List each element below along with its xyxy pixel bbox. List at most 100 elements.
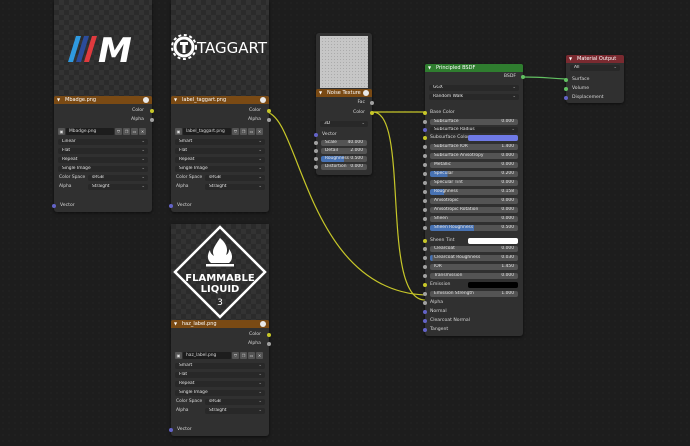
subsurface-radius-dropdown[interactable]: Subsurface Radius ⌄: [430, 127, 518, 133]
emission-strength-field[interactable]: Emission Strength 1.000: [430, 291, 518, 297]
transmission-field[interactable]: Transmission 0.000: [430, 273, 518, 279]
detail-field[interactable]: Detail 2.000: [321, 148, 367, 154]
fac-output-socket[interactable]: [370, 100, 374, 105]
noise-texture-node[interactable]: ▼ Noise Texture Fac Color 3D ⌄ Vector Sca…: [314, 33, 374, 175]
subsurface-ior-input-socket[interactable]: [423, 144, 427, 149]
color-space-dropdown[interactable]: sRGB ⌄: [205, 399, 265, 405]
anisotropic-rotation-field[interactable]: Anisotropic Rotation 0.000: [430, 207, 518, 213]
projection-dropdown[interactable]: Flat ⌄: [175, 372, 265, 378]
color-space-dropdown[interactable]: sRGB ⌄: [88, 175, 148, 181]
displacement-input-socket[interactable]: [564, 95, 568, 100]
clearcoat-roughness-input-socket[interactable]: [423, 255, 427, 260]
shield-icon[interactable]: ⛉: [232, 352, 239, 359]
extension-dropdown[interactable]: Repeat ⌄: [175, 157, 265, 163]
shield-icon[interactable]: ⛉: [232, 128, 239, 135]
preview-toggle-icon[interactable]: [363, 90, 369, 96]
detail-input-socket[interactable]: [314, 148, 318, 153]
duplicate-icon[interactable]: ❐: [123, 128, 130, 135]
image-name-field[interactable]: haz_label.png: [183, 352, 231, 359]
extension-dropdown[interactable]: Repeat ⌄: [175, 381, 265, 387]
collapse-icon[interactable]: ▼: [57, 96, 60, 104]
color-space-dropdown[interactable]: sRGB ⌄: [205, 175, 265, 181]
duplicate-icon[interactable]: ❐: [240, 128, 247, 135]
collapse-icon[interactable]: ▼: [319, 89, 322, 97]
alpha-mode-dropdown[interactable]: Straight ⌄: [205, 408, 265, 414]
folder-icon[interactable]: ▭: [248, 128, 255, 135]
subsurface-color-input-socket[interactable]: [423, 135, 427, 140]
image-browse-icon[interactable]: ▣: [175, 128, 182, 135]
base-color-input-socket[interactable]: [423, 110, 427, 115]
projection-dropdown[interactable]: Flat ⌄: [175, 148, 265, 154]
roughness-input-socket[interactable]: [423, 189, 427, 194]
source-dropdown[interactable]: Single Image ⌄: [175, 166, 265, 172]
clearcoat-field[interactable]: Clearcoat 0.000: [430, 246, 518, 252]
alpha-output-socket[interactable]: [150, 117, 154, 122]
ior-input-socket[interactable]: [423, 264, 427, 269]
metallic-field[interactable]: Metallic 0.000: [430, 162, 518, 168]
color-output-socket[interactable]: [150, 108, 154, 113]
subsurface-method-dropdown[interactable]: Random Walk ⌄: [429, 94, 519, 100]
metallic-input-socket[interactable]: [423, 162, 427, 167]
image-browse-icon[interactable]: ▣: [58, 128, 65, 135]
target-dropdown[interactable]: All ⌄: [570, 65, 620, 71]
node-header[interactable]: ▼ Principled BSDF: [425, 64, 523, 72]
transmission-input-socket[interactable]: [423, 273, 427, 278]
material-output-node[interactable]: ▼ Material Output All ⌄ Surface Volume Di…: [564, 55, 624, 103]
specular-tint-input-socket[interactable]: [423, 180, 427, 185]
dimensions-dropdown[interactable]: 3D ⌄: [320, 121, 368, 127]
distortion-input-socket[interactable]: [314, 164, 318, 169]
emission-input-socket[interactable]: [423, 282, 427, 287]
subsurface-anisotropy-input-socket[interactable]: [423, 153, 427, 158]
specular-field[interactable]: Specular 0.200: [430, 171, 518, 177]
roughness-field[interactable]: Roughness 0.158: [430, 189, 518, 195]
principled-bsdf-node[interactable]: ▼ Principled BSDF BSDF GGX ⌄ Random Walk ⌄…: [423, 64, 525, 336]
subsurface-field[interactable]: Subsurface 0.000: [430, 119, 518, 125]
volume-input-socket[interactable]: [564, 86, 568, 91]
specular-tint-field[interactable]: Specular Tint 0.000: [430, 180, 518, 186]
sheen-roughness-field[interactable]: Sheen Roughness 0.500: [430, 225, 518, 231]
collapse-icon[interactable]: ▼: [569, 55, 572, 63]
node-header[interactable]: ▼ Noise Texture: [316, 89, 372, 97]
alpha-output-socket[interactable]: [267, 117, 271, 122]
folder-icon[interactable]: ▭: [248, 352, 255, 359]
preview-toggle-icon[interactable]: [143, 97, 149, 103]
sheen-input-socket[interactable]: [423, 216, 427, 221]
roughness-input-socket[interactable]: [314, 156, 318, 161]
anisotropic-rotation-input-socket[interactable]: [423, 207, 427, 212]
close-icon[interactable]: ✕: [256, 128, 263, 135]
collapse-icon[interactable]: ▼: [428, 64, 431, 72]
preview-toggle-icon[interactable]: [260, 97, 266, 103]
extension-dropdown[interactable]: Repeat ⌄: [58, 157, 148, 163]
interpolation-dropdown[interactable]: Linear ⌄: [58, 139, 148, 145]
bsdf-output-socket[interactable]: [521, 74, 525, 79]
subsurface-color-swatch[interactable]: [468, 135, 518, 141]
close-icon[interactable]: ✕: [139, 128, 146, 135]
image-texture-node-mbadge[interactable]: M ▼ Mbadge.png Color Alpha ▣ Mbadge.png …: [52, 0, 154, 212]
subsurface-radius-input-socket[interactable]: [423, 127, 427, 132]
image-selector[interactable]: ▣ Mbadge.png ⛉ ❐ ▭ ✕: [58, 128, 146, 135]
image-browse-icon[interactable]: ▣: [175, 352, 182, 359]
node-header[interactable]: ▼ Material Output: [566, 55, 624, 63]
vector-input-socket[interactable]: [314, 132, 318, 137]
color-output-socket[interactable]: [267, 332, 271, 337]
node-header[interactable]: ▼ label_taggart.png: [171, 96, 269, 104]
subsurface-input-socket[interactable]: [423, 119, 427, 124]
image-selector[interactable]: ▣ label_taggart.png ⛉ ❐ ▭ ✕: [175, 128, 263, 135]
image-name-field[interactable]: Mbadge.png: [66, 128, 114, 135]
scale-field[interactable]: Scale 40.000: [321, 140, 367, 146]
anisotropic-field[interactable]: Anisotropic 0.000: [430, 198, 518, 204]
distortion-field[interactable]: Distortion 0.000: [321, 164, 367, 170]
color-output-socket[interactable]: [267, 108, 271, 113]
surface-input-socket[interactable]: [564, 77, 568, 82]
collapse-icon[interactable]: ▼: [174, 320, 177, 328]
image-selector[interactable]: ▣ haz_label.png ⛉ ❐ ▭ ✕: [175, 352, 263, 359]
clearcoat-input-socket[interactable]: [423, 246, 427, 251]
close-icon[interactable]: ✕: [256, 352, 263, 359]
sheen-field[interactable]: Sheen 0.000: [430, 216, 518, 222]
collapse-icon[interactable]: ▼: [174, 96, 177, 104]
node-header[interactable]: ▼ Mbadge.png: [54, 96, 152, 104]
alpha-mode-dropdown[interactable]: Straight ⌄: [88, 184, 148, 190]
ior-field[interactable]: IOR 1.450: [430, 264, 518, 270]
source-dropdown[interactable]: Single Image ⌄: [58, 166, 148, 172]
color-output-socket[interactable]: [370, 110, 374, 115]
